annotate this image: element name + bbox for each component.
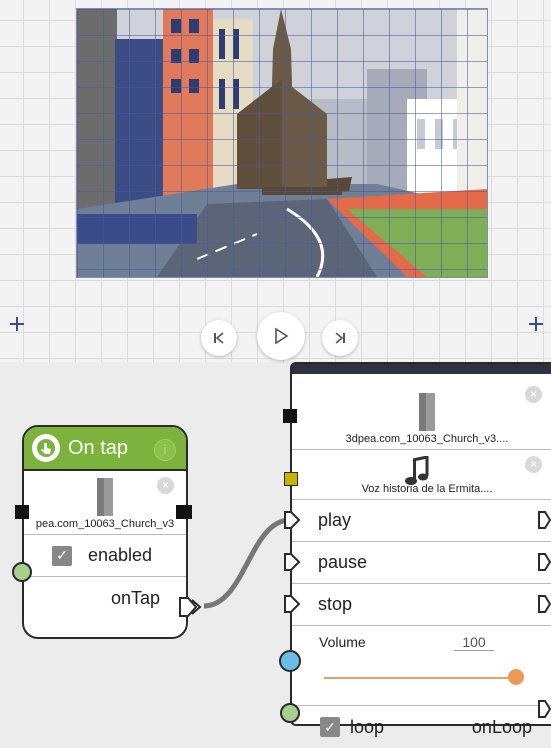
onloop-output-port[interactable] xyxy=(537,699,551,719)
node-top-bar xyxy=(292,364,551,374)
volume-row: Volume 100 xyxy=(292,626,551,706)
skip-previous-button[interactable] xyxy=(201,320,237,356)
crosshair-left-icon xyxy=(10,317,24,331)
info-icon[interactable]: i xyxy=(154,439,176,461)
onloop-output-label: onLoop xyxy=(471,716,532,737)
object-label: 3dpea.com_10063_Church_v3.... xyxy=(345,433,509,445)
ontap-output-row: onTap xyxy=(24,577,186,619)
loop-label: loop xyxy=(350,716,385,737)
stop-input-port[interactable] xyxy=(283,594,301,614)
audio-label: Voz historia de la Ermita.... xyxy=(361,483,493,495)
play-icon xyxy=(275,327,289,345)
object-input-port[interactable] xyxy=(283,409,297,423)
play-input-port[interactable] xyxy=(283,510,301,530)
ontap-output-label: onTap xyxy=(110,587,160,608)
object-input-port[interactable] xyxy=(15,505,29,519)
scene-viewport[interactable] xyxy=(0,0,551,362)
enabled-checkbox[interactable]: ✓ xyxy=(52,545,72,566)
loop-checkbox[interactable]: ✓ xyxy=(320,717,340,737)
object-output-port[interactable] xyxy=(176,505,192,519)
skip-next-button[interactable] xyxy=(322,320,358,356)
volume-label: Volume xyxy=(319,634,366,650)
volume-input-port[interactable] xyxy=(279,650,301,672)
node-title: On tap xyxy=(68,436,129,459)
on-tap-header[interactable]: On tap i xyxy=(24,427,186,471)
object-slot[interactable]: × 3dpea.com_10063_Church_v3.... xyxy=(292,374,551,450)
remove-audio-icon[interactable]: × xyxy=(525,456,542,473)
crosshair-right-icon xyxy=(529,317,543,331)
play-input-row: play xyxy=(292,500,551,542)
play-input-label: play xyxy=(318,510,352,530)
stop-input-label: stop xyxy=(318,594,353,614)
volume-slider-track[interactable] xyxy=(324,677,514,679)
loop-row: ✓ loop onLoop xyxy=(292,706,551,748)
media-player-node[interactable]: × 3dpea.com_10063_Church_v3.... × Voz hi… xyxy=(290,362,551,737)
stop-input-row: stop xyxy=(292,584,551,626)
logic-graph-canvas[interactable]: On tap i × pea.com_10063_Church_v3 ✓ ena… xyxy=(0,362,551,737)
volume-slider-knob[interactable] xyxy=(508,669,524,685)
enabled-input-port[interactable] xyxy=(12,562,32,582)
object-label: pea.com_10063_Church_v3 xyxy=(35,518,175,530)
pause-input-port[interactable] xyxy=(283,552,301,572)
stop-output-port[interactable] xyxy=(537,594,551,614)
pause-input-row: pause xyxy=(292,542,551,584)
play-output-port[interactable] xyxy=(537,510,551,530)
remove-object-icon[interactable]: × xyxy=(157,477,174,494)
audio-slot[interactable]: × Voz historia de la Ermita.... xyxy=(292,450,551,500)
loop-input-port[interactable] xyxy=(280,703,300,723)
on-tap-node[interactable]: On tap i × pea.com_10063_Church_v3 ✓ ena… xyxy=(22,425,188,639)
tap-hand-icon xyxy=(32,434,60,462)
remove-object-icon[interactable]: × xyxy=(525,386,542,403)
play-button[interactable] xyxy=(257,312,305,360)
scene-preview[interactable] xyxy=(76,8,488,278)
pause-input-label: pause xyxy=(318,552,368,572)
church-object-icon xyxy=(97,478,113,516)
skip-previous-icon xyxy=(214,332,224,344)
volume-value-input[interactable]: 100 xyxy=(454,634,494,651)
enabled-row[interactable]: ✓ enabled xyxy=(24,535,186,577)
audio-input-port[interactable] xyxy=(284,472,298,486)
music-note-icon xyxy=(405,456,429,485)
church-object-icon xyxy=(419,393,435,431)
pause-output-port[interactable] xyxy=(537,552,551,572)
skip-next-icon xyxy=(335,332,345,344)
enabled-label: enabled xyxy=(88,545,153,565)
object-slot[interactable]: × pea.com_10063_Church_v3 xyxy=(24,471,186,535)
ontap-output-port[interactable] xyxy=(178,596,204,618)
